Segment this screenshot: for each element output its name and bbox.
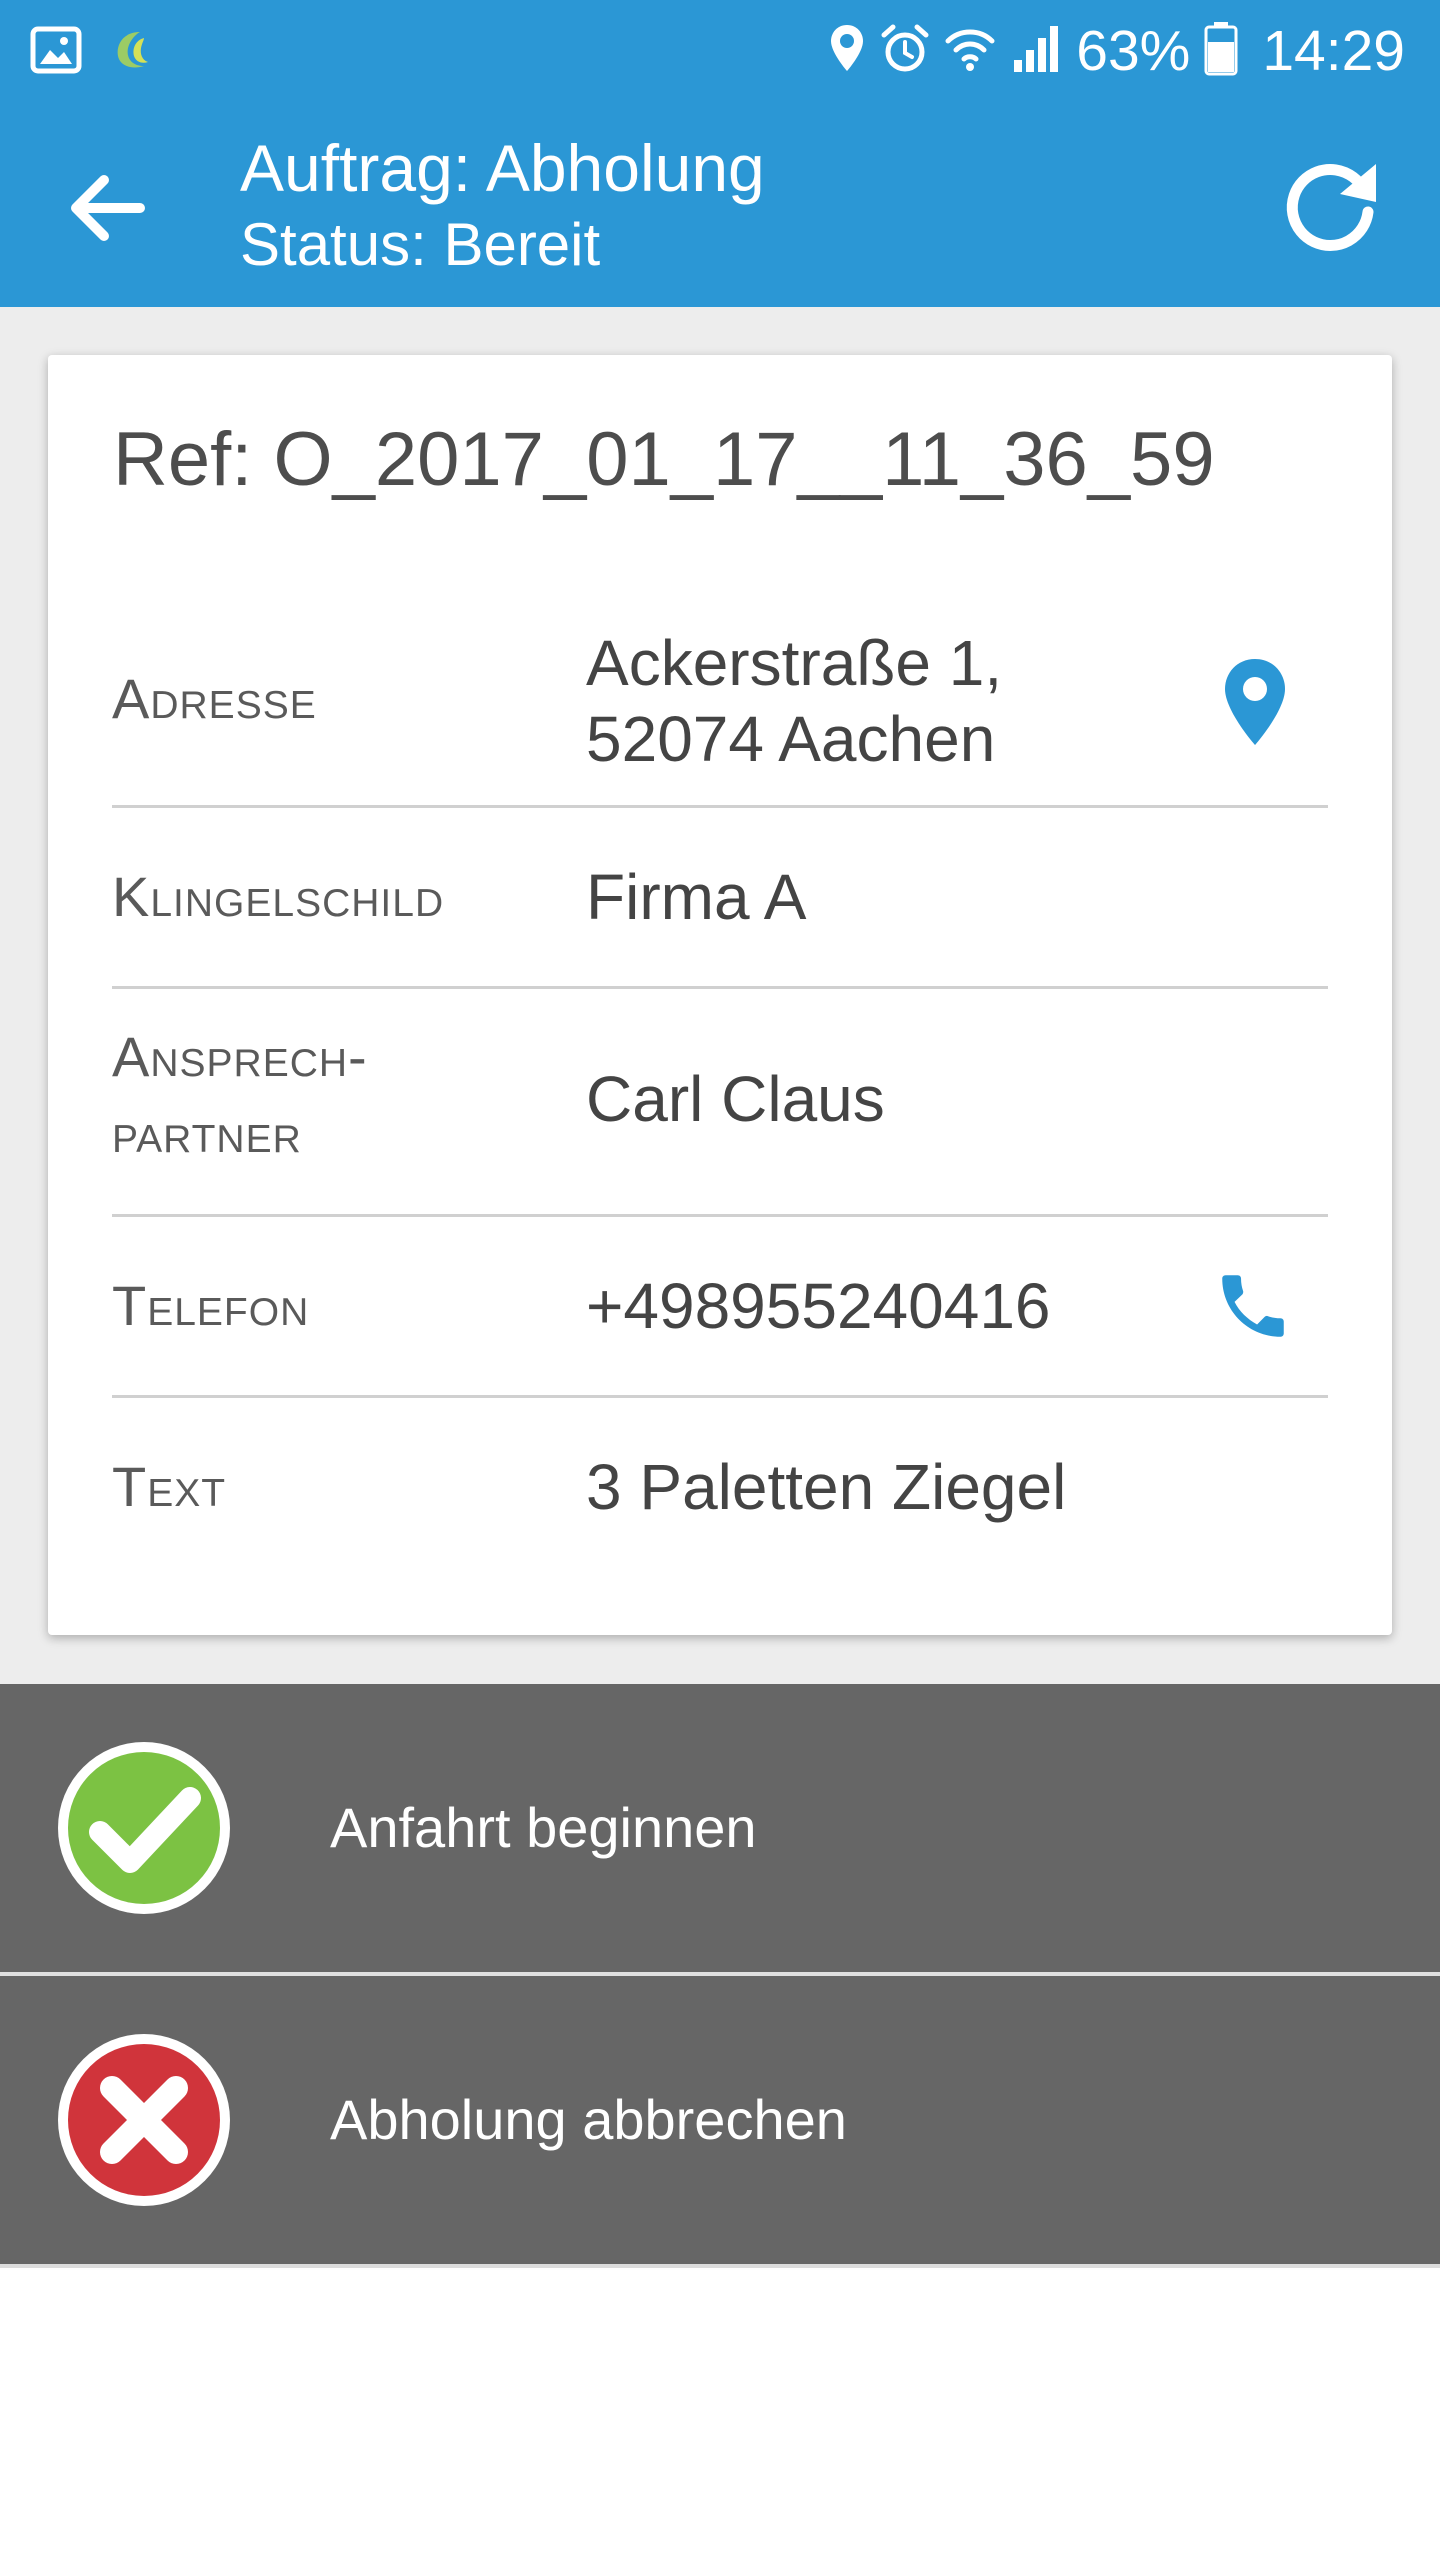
order-reference: Ref: O_2017_01_17__11_36_59 — [113, 417, 1215, 502]
phone-row: Telefon +498955240416 — [112, 1217, 1328, 1398]
contact-person-value: Carl Claus — [586, 1063, 885, 1135]
arrow-left-icon — [71, 175, 145, 241]
alarm-icon — [880, 23, 930, 80]
status-time: 14:29 — [1262, 18, 1405, 83]
refresh-button[interactable] — [1276, 150, 1386, 260]
doorbell-label: Klingelschild — [112, 865, 445, 928]
signal-icon — [1010, 24, 1062, 79]
address-line-2: 52074 Aachen — [586, 703, 996, 775]
phone-label: Telefon — [112, 1274, 310, 1337]
back-button[interactable] — [60, 160, 156, 256]
start-drive-button[interactable]: Anfahrt beginnen — [0, 1684, 1440, 1972]
status-bar: 63% 14:29 — [0, 0, 1440, 100]
refresh-icon — [1286, 164, 1376, 251]
doorbell-row: Klingelschild Firma A — [112, 808, 1328, 989]
address-line-1: Ackerstraße 1, — [586, 627, 1003, 699]
app-notification-icon — [110, 26, 156, 79]
location-icon — [828, 23, 866, 80]
page-title: Auftrag: Abholung — [240, 131, 765, 205]
address-label: Adresse — [112, 667, 317, 730]
app-bar: 63% 14:29 Auftrag: Abholung Status: Bere… — [0, 0, 1440, 307]
wifi-icon — [944, 23, 996, 80]
phone-value: +498955240416 — [586, 1270, 1051, 1342]
battery-percent: 63% — [1076, 18, 1191, 83]
start-drive-label: Anfahrt beginnen — [330, 1796, 757, 1859]
page-subtitle: Status: Bereit — [240, 211, 601, 278]
text-row: Text 3 Paletten Ziegel — [112, 1398, 1328, 1576]
contact-person-label-line-1: Ansprech- — [112, 1025, 368, 1088]
contact-person-row: Ansprech- partner Carl Claus — [112, 989, 1328, 1217]
order-card: Ref: O_2017_01_17__11_36_59 Adresse Acke… — [48, 355, 1392, 1635]
gallery-icon — [30, 26, 82, 79]
contact-person-label-line-2: partner — [112, 1101, 302, 1164]
phone-icon[interactable] — [1212, 1265, 1294, 1352]
bottom-divider — [0, 2264, 1440, 2268]
text-label: Text — [112, 1455, 227, 1518]
check-circle-icon — [56, 1740, 232, 1916]
cancel-pickup-button[interactable]: Abholung abbrechen — [0, 1976, 1440, 2264]
doorbell-value: Firma A — [586, 861, 807, 933]
map-pin-icon[interactable] — [1222, 657, 1288, 752]
text-value: 3 Paletten Ziegel — [586, 1451, 1067, 1523]
cancel-circle-icon — [56, 2032, 232, 2208]
battery-icon — [1204, 21, 1238, 81]
address-row: Adresse Ackerstraße 1, 52074 Aachen — [112, 605, 1328, 808]
cancel-pickup-label: Abholung abbrechen — [330, 2088, 847, 2151]
